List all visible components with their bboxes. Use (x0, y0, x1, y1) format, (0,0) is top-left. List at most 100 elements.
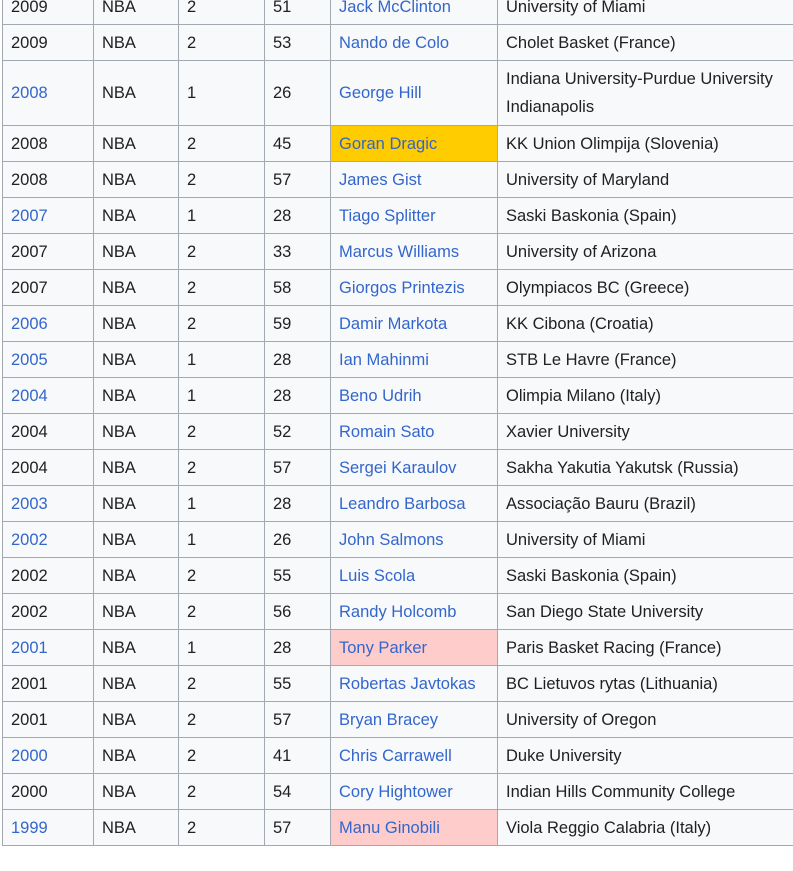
league-cell: NBA (93, 557, 179, 594)
player-link[interactable]: Giorgos Printezis (339, 279, 465, 297)
player-link[interactable]: Randy Holcomb (339, 603, 456, 621)
league-cell: NBA (93, 665, 179, 702)
school-cell: University of Oregon (497, 701, 793, 738)
player-cell: Goran Dragic (330, 125, 498, 162)
year-link[interactable]: 2005 (11, 351, 48, 369)
league-text: NBA (102, 84, 136, 102)
pick-text: 55 (273, 566, 292, 585)
year-cell: 2003 (2, 485, 94, 522)
table-row: 2001 NBA 2 55 Robertas Javtokas BC Lietuvos r… (2, 665, 793, 702)
draft-table-body: 2009 NBA 2 51 Jack McClinton University of Mi… (2, 0, 793, 846)
table-row: 2000 NBA 2 41 Chris Carrawell Duke University (2, 737, 793, 774)
pick-cell: 28 (264, 629, 331, 666)
year-text: 2000 (11, 782, 48, 801)
table-row: 2007 NBA 1 28 Tiago Splitter Saski Baskonia (… (2, 197, 793, 234)
player-cell: Damir Markota (330, 305, 498, 342)
year-link[interactable]: 1999 (11, 819, 48, 837)
school-cell: BC Lietuvos rytas (Lithuania) (497, 665, 793, 702)
round-text: 1 (187, 386, 197, 405)
player-link[interactable]: Damir Markota (339, 315, 447, 333)
player-link[interactable]: Romain Sato (339, 423, 434, 441)
year-link[interactable]: 2008 (11, 84, 48, 102)
round-cell: 2 (178, 701, 265, 738)
league-text: NBA (102, 170, 136, 189)
table-row: 2004 NBA 1 28 Beno Udrih Olimpia Milano (Ital… (2, 377, 793, 414)
player-cell: Leandro Barbosa (330, 485, 498, 522)
school-cell: Saski Baskonia (Spain) (497, 197, 793, 234)
league-cell: NBA (93, 593, 179, 630)
player-link[interactable]: Leandro Barbosa (339, 495, 466, 513)
player-link[interactable]: Nando de Colo (339, 34, 449, 52)
league-text: NBA (102, 0, 136, 16)
year-link[interactable]: 2000 (11, 747, 48, 765)
round-text: 2 (187, 566, 197, 585)
player-cell: Jack McClinton (330, 0, 498, 25)
school-cell: Indiana University-Purdue University Ind… (497, 60, 793, 126)
player-cell: Tiago Splitter (330, 197, 498, 234)
player-link[interactable]: Tiago Splitter (339, 207, 436, 225)
league-text: NBA (102, 206, 136, 225)
year-cell: 2004 (2, 449, 94, 486)
player-link[interactable]: Marcus Williams (339, 243, 459, 261)
pick-text: 59 (273, 314, 292, 333)
player-link[interactable]: Bryan Bracey (339, 711, 438, 729)
league-text: NBA (102, 602, 136, 621)
player-link[interactable]: Sergei Karaulov (339, 459, 456, 477)
league-text: NBA (102, 638, 136, 657)
player-cell: Luis Scola (330, 557, 498, 594)
league-cell: NBA (93, 377, 179, 414)
player-link[interactable]: John Salmons (339, 531, 444, 549)
year-link[interactable]: 2002 (11, 531, 48, 549)
year-cell: 2007 (2, 197, 94, 234)
player-link[interactable]: George Hill (339, 84, 422, 102)
round-text: 2 (187, 818, 197, 837)
year-cell: 2007 (2, 233, 94, 270)
year-link[interactable]: 2007 (11, 207, 48, 225)
round-text: 2 (187, 33, 197, 52)
pick-cell: 55 (264, 557, 331, 594)
league-cell: NBA (93, 269, 179, 306)
year-link[interactable]: 2003 (11, 495, 48, 513)
year-link[interactable]: 2001 (11, 639, 48, 657)
player-link[interactable]: Robertas Javtokas (339, 675, 476, 693)
pick-cell: 28 (264, 341, 331, 378)
year-cell: 2005 (2, 341, 94, 378)
player-link[interactable]: James Gist (339, 171, 422, 189)
league-text: NBA (102, 494, 136, 513)
year-cell: 2001 (2, 701, 94, 738)
round-text: 1 (187, 530, 197, 549)
league-cell: NBA (93, 521, 179, 558)
school-cell: Xavier University (497, 413, 793, 450)
league-cell: NBA (93, 485, 179, 522)
player-link[interactable]: Luis Scola (339, 567, 415, 585)
school-cell: Viola Reggio Calabria (Italy) (497, 809, 793, 846)
league-text: NBA (102, 818, 136, 837)
table-row: 2004 NBA 2 57 Sergei Karaulov Sakha Yakutia Y… (2, 449, 793, 486)
player-link[interactable]: Manu Ginobili (339, 819, 440, 837)
round-cell: 1 (178, 60, 265, 126)
pick-text: 55 (273, 674, 292, 693)
player-link[interactable]: Beno Udrih (339, 387, 422, 405)
player-cell: Sergei Karaulov (330, 449, 498, 486)
player-link[interactable]: Tony Parker (339, 639, 427, 657)
player-link[interactable]: Chris Carrawell (339, 747, 452, 765)
table-row: 2009 NBA 2 51 Jack McClinton University of Mi… (2, 0, 793, 25)
player-link[interactable]: Goran Dragic (339, 135, 437, 153)
year-link[interactable]: 2006 (11, 315, 48, 333)
league-text: NBA (102, 314, 136, 333)
pick-cell: 28 (264, 485, 331, 522)
player-link[interactable]: Jack McClinton (339, 0, 451, 16)
pick-text: 58 (273, 278, 292, 297)
league-cell: NBA (93, 701, 179, 738)
year-text: 2002 (11, 602, 48, 621)
school-text: BC Lietuvos rytas (Lithuania) (506, 674, 718, 693)
round-cell: 2 (178, 449, 265, 486)
round-text: 2 (187, 710, 197, 729)
school-text: Associação Bauru (Brazil) (506, 494, 696, 513)
player-link[interactable]: Ian Mahinmi (339, 351, 429, 369)
player-link[interactable]: Cory Hightower (339, 783, 453, 801)
league-text: NBA (102, 386, 136, 405)
pick-text: 41 (273, 746, 292, 765)
year-link[interactable]: 2004 (11, 387, 48, 405)
school-cell: University of Miami (497, 521, 793, 558)
